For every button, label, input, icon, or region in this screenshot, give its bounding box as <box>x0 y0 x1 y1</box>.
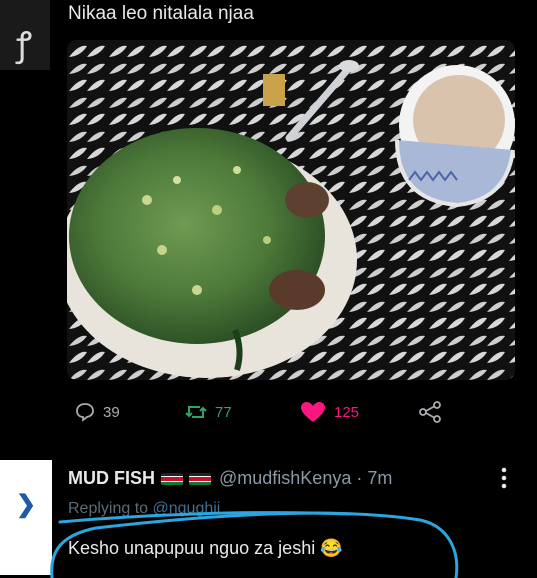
replying-prefix: Replying to <box>68 500 153 517</box>
tweet-text: Nikaa leo nitalala njaa <box>68 3 254 24</box>
retweet-action[interactable]: 77 <box>185 398 232 426</box>
reply-action[interactable]: 39 <box>75 398 120 426</box>
like-action[interactable]: 125 <box>300 398 359 426</box>
retweet-icon <box>185 402 207 422</box>
share-icon <box>418 401 442 423</box>
kenya-flag-icon <box>189 472 211 485</box>
author-avatar[interactable]: ꝭ <box>0 0 50 70</box>
like-count: 125 <box>334 403 360 421</box>
reply-author-avatar[interactable]: ❯ <box>0 460 52 575</box>
heart-icon <box>300 401 326 423</box>
reply-handle-time[interactable]: @mudfishKenya · 7m <box>219 468 392 489</box>
reply-count: 39 <box>103 403 120 421</box>
kenya-flag-icon <box>161 472 183 485</box>
food-photo-illustration <box>67 40 515 380</box>
avatar-glyph: ꝭ <box>16 25 33 65</box>
replying-to-user[interactable]: @ngughii <box>153 500 221 517</box>
replying-to: Replying to @ngughii <box>68 500 220 518</box>
more-icon[interactable] <box>497 466 511 490</box>
share-action[interactable] <box>418 398 442 426</box>
reply-header: MUD FISH @mudfishKenya · 7m <box>68 468 392 489</box>
reply-display-name[interactable]: MUD FISH <box>68 468 155 489</box>
reply-text: Kesho unapupuu nguo za jeshi 😂 <box>68 538 343 558</box>
avatar-logo: ❯ <box>16 491 37 518</box>
retweet-count: 77 <box>215 403 232 421</box>
tweet-photo[interactable] <box>67 40 515 380</box>
reply-icon <box>75 402 95 422</box>
